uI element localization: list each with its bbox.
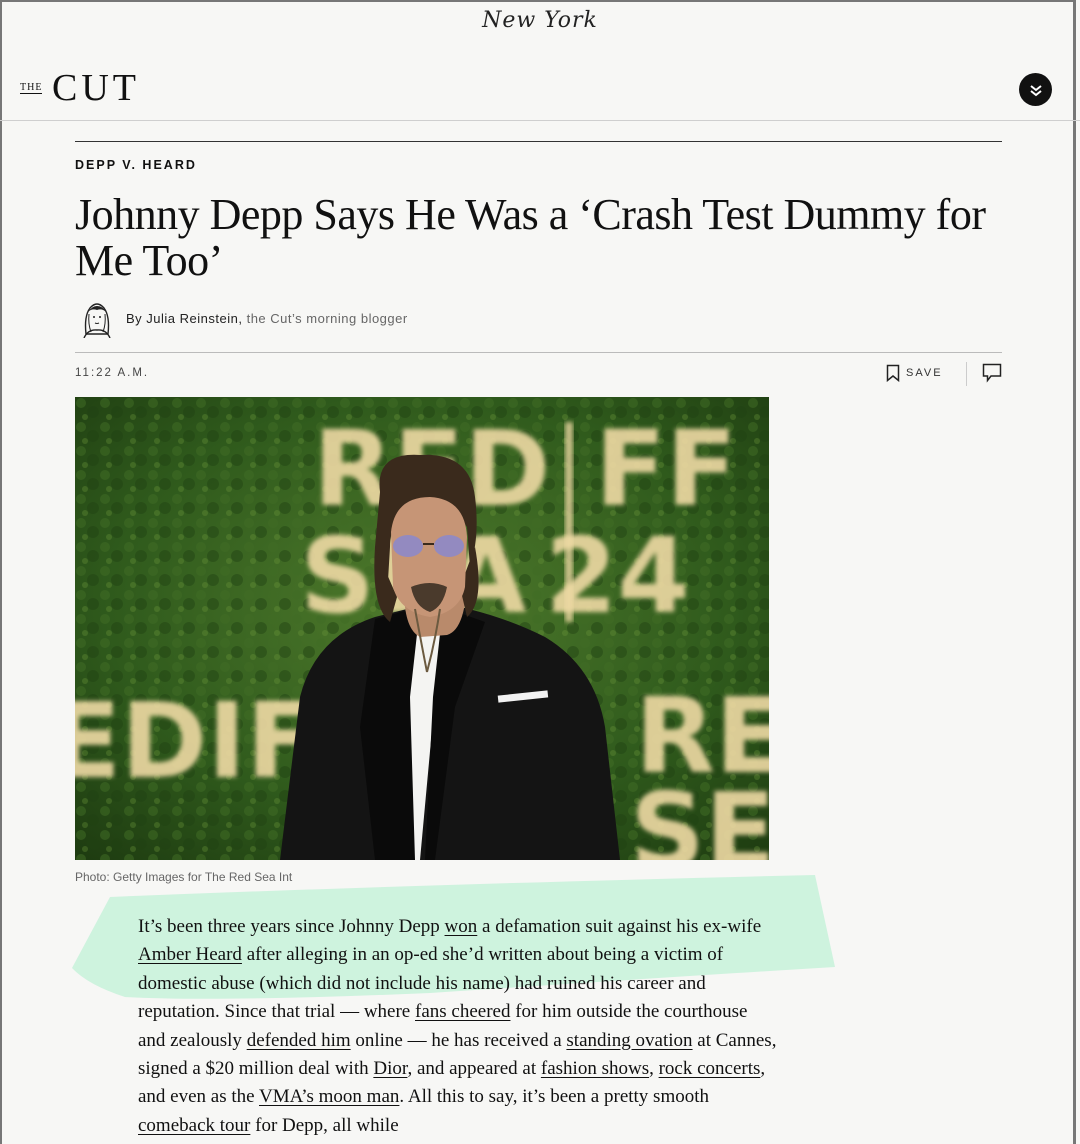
comments-button[interactable] [982,363,1002,387]
body-text: a defamation suit against his ex-wife [477,916,762,937]
timestamp: 11:22 A.M. [75,367,150,379]
link-fashion-shows[interactable]: fashion shows [541,1058,649,1079]
save-button[interactable]: SAVE [886,364,943,382]
author-role: the Cut’s morning blogger [246,310,408,326]
body-text: for Depp, all while [250,1114,399,1136]
link-defended-him[interactable]: defended him [247,1030,351,1051]
link-vma-moon-man[interactable]: VMA’s moon man [259,1086,399,1107]
body-text: online — he has received a [350,1029,567,1051]
menu-button[interactable] [1019,73,1052,106]
toolbar-divider [966,362,967,386]
link-comeback-tour[interactable]: comeback tour [138,1115,250,1136]
the-cut-logo-the[interactable]: THE [20,82,43,94]
save-label: SAVE [906,367,943,379]
article-photo[interactable]: RED FF SEA 24 EDIFF RE SE [75,397,769,860]
body-text: , [649,1058,659,1080]
author-avatar[interactable] [80,298,114,338]
link-rock-concerts[interactable]: rock concerts [659,1058,761,1079]
byline: By Julia Reinstein, the Cut’s morning bl… [80,298,408,338]
body-text: , and appeared at [407,1058,541,1080]
link-standing-ovation[interactable]: standing ovation [566,1030,692,1051]
byline-prefix: By [126,310,143,326]
link-dior[interactable]: Dior [373,1058,407,1079]
link-fans-cheered[interactable]: fans cheered [415,1001,510,1022]
body-text: It’s been three years since Johnny Depp [138,916,445,937]
sign-se: SE [630,770,769,860]
rubric-link[interactable]: DEPP V. HEARD [75,158,197,172]
the-cut-logo[interactable]: CUT [52,66,140,110]
top-rule [75,141,1002,142]
body-text: . All this to say, it’s been a pretty sm… [399,1086,710,1108]
bookmark-icon [886,364,900,382]
link-amber-heard[interactable]: Amber Heard [138,944,242,965]
author-link[interactable]: Julia Reinstein [146,311,238,326]
masthead: THE CUT [0,60,1080,121]
link-won[interactable]: won [445,916,478,937]
headline: Johnny Depp Says He Was a ‘Crash Test Du… [75,190,986,285]
byline-rule [75,352,1002,353]
comment-icon [982,363,1002,383]
article-body-paragraph: It’s been three years since Johnny Depp … [138,913,778,1140]
menu-chevrons-icon [1029,84,1042,96]
byline-text: By Julia Reinstein, the Cut’s morning bl… [126,310,408,326]
nymag-logo[interactable]: New York [0,8,1080,33]
sign-ff: FF [595,408,737,530]
